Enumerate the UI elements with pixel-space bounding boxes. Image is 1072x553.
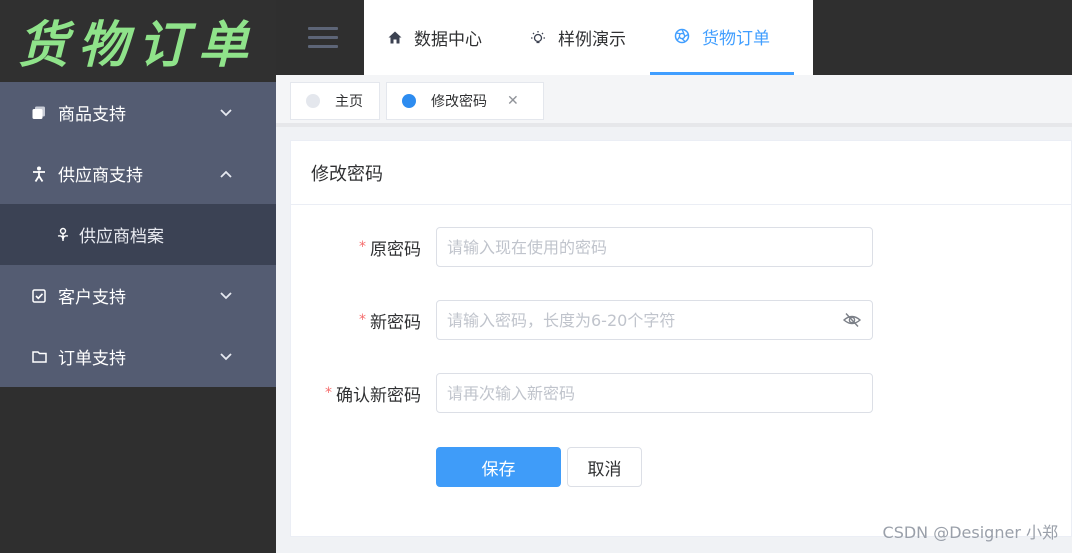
sidebar-item-product-support[interactable]: 商品支持 (0, 82, 276, 143)
tag-status-dot (306, 94, 320, 108)
old-password-input[interactable] (436, 227, 873, 267)
sidebar-item-label: 客户支持 (58, 288, 126, 308)
card-title: 修改密码 (291, 141, 1071, 205)
chevron-down-icon (220, 289, 232, 303)
topnav-item-samples[interactable]: 样例演示 (506, 0, 650, 75)
home-icon (388, 31, 402, 44)
chevron-up-icon (220, 167, 232, 181)
tag-status-dot (402, 94, 416, 108)
watermark-text: CSDN @Designer 小郑 (882, 523, 1058, 542)
old-password-label: * 原密码 (359, 227, 421, 267)
confirm-password-label: * 确认新密码 (325, 373, 421, 413)
topnav-item-label: 货物订单 (702, 28, 770, 49)
app-logo: 货物订单 (0, 0, 276, 82)
sidebar: 货物订单 商品支持 供应商支持 供应商档案 客户支持 订单支持 (0, 0, 276, 553)
lightbulb-icon (530, 30, 546, 46)
menu-toggle-icon[interactable] (308, 27, 338, 48)
sidebar-item-order-support[interactable]: 订单支持 (0, 326, 276, 387)
form-row-old-password: * 原密码 (291, 227, 1072, 267)
chevron-down-icon (220, 106, 232, 120)
sidebar-item-label: 商品支持 (58, 105, 126, 125)
top-navigation: 数据中心 样例演示 货物订单 (364, 0, 813, 75)
flower-icon (55, 227, 71, 242)
copy-icon (30, 106, 48, 120)
topnav-item-data-center[interactable]: 数据中心 (364, 0, 506, 75)
new-password-label-text: 新密码 (370, 312, 421, 333)
aperture-icon (674, 28, 690, 44)
topnav-item-label: 数据中心 (414, 30, 482, 50)
topnav-item-goods-order[interactable]: 货物订单 (650, 0, 794, 75)
eye-slash-icon[interactable] (842, 310, 862, 330)
new-password-input[interactable] (436, 300, 873, 340)
chevron-down-icon (220, 350, 232, 364)
sidebar-item-supplier-support[interactable]: 供应商支持 (0, 143, 276, 204)
cancel-button[interactable]: 取消 (567, 447, 642, 487)
tag-change-password[interactable]: 修改密码 ✕ (386, 82, 544, 120)
folder-icon (30, 350, 48, 363)
sidebar-item-customer-support[interactable]: 客户支持 (0, 265, 276, 326)
required-asterisk: * (325, 385, 332, 401)
tags-view-bar: 主页 修改密码 ✕ (276, 75, 1072, 127)
person-icon (30, 166, 48, 182)
sidebar-item-label: 供应商支持 (58, 166, 143, 186)
checkbox-icon (30, 288, 48, 303)
sidebar-item-label: 订单支持 (58, 349, 126, 369)
required-asterisk: * (359, 312, 366, 328)
form-row-new-password: * 新密码 (291, 300, 1072, 340)
top-bar: 数据中心 样例演示 货物订单 (276, 0, 1072, 75)
sidebar-subitem-label: 供应商档案 (79, 227, 164, 247)
sidebar-menu: 商品支持 供应商支持 供应商档案 客户支持 订单支持 (0, 82, 276, 387)
save-button[interactable]: 保存 (436, 447, 561, 487)
required-asterisk: * (359, 239, 366, 255)
change-password-card: 修改密码 * 原密码 * 新密码 * 确认新密码 保存 取消 (290, 140, 1072, 537)
old-password-label-text: 原密码 (370, 239, 421, 260)
topnav-item-label: 样例演示 (558, 30, 626, 50)
tag-label: 主页 (335, 94, 363, 110)
form-row-confirm-password: * 确认新密码 (291, 373, 1072, 413)
confirm-password-input[interactable] (436, 373, 873, 413)
close-icon[interactable]: ✕ (507, 93, 519, 109)
logo-text: 货物订单 (18, 15, 258, 74)
new-password-label: * 新密码 (359, 300, 421, 340)
tag-label: 修改密码 (431, 94, 487, 110)
confirm-password-label-text: 确认新密码 (336, 385, 421, 406)
sidebar-subitem-supplier-archive[interactable]: 供应商档案 (0, 204, 276, 265)
tag-home[interactable]: 主页 (290, 82, 380, 120)
